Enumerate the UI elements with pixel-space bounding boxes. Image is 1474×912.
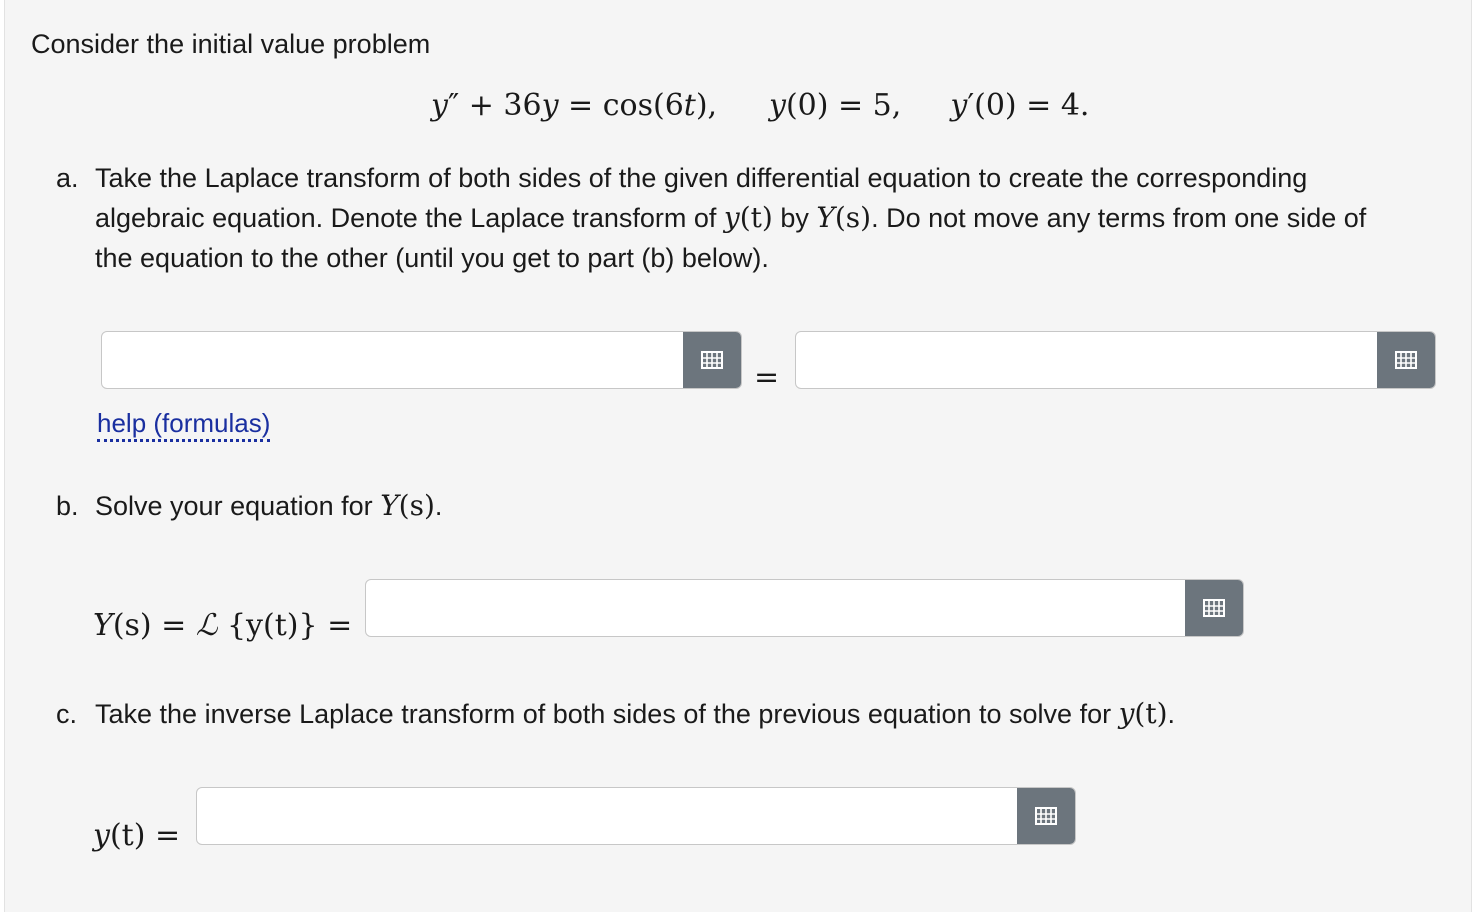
part-a-marker: a. bbox=[56, 163, 79, 193]
part-a-line1: Take the Laplace transform of both sides… bbox=[95, 163, 1308, 193]
part-b-label: Y(s) = ℒ {y(t)} = bbox=[93, 608, 353, 643]
laplace-rhs-input[interactable] bbox=[796, 332, 1377, 388]
laplace-lhs-field bbox=[101, 331, 742, 389]
part-a-line2: algebraic equation. Denote the Laplace t… bbox=[95, 201, 1367, 234]
yt-input[interactable] bbox=[197, 788, 1017, 844]
part-b-text: Solve your equation for Y(s). bbox=[95, 489, 443, 522]
grid-icon bbox=[701, 351, 723, 369]
yt-equation-editor-button[interactable] bbox=[1017, 788, 1075, 844]
ivp-equation: y″ + 36y = cos(6t), bbox=[431, 88, 718, 123]
part-a-line3: the equation to the other (until you get… bbox=[95, 243, 769, 273]
laplace-rhs-field bbox=[795, 331, 1436, 389]
initial-conditions: y(0) = 5, y′(0) = 4. bbox=[769, 88, 1090, 123]
grid-icon bbox=[1395, 351, 1417, 369]
rhs-equation-editor-button[interactable] bbox=[1377, 332, 1435, 388]
part-c-text: Take the inverse Laplace transform of bo… bbox=[95, 697, 1176, 730]
laplace-lhs-input[interactable] bbox=[102, 332, 683, 388]
Ys-equation-editor-button[interactable] bbox=[1185, 580, 1243, 636]
help-formulas-link[interactable]: help (formulas) bbox=[97, 408, 271, 442]
yt-field bbox=[196, 787, 1076, 845]
part-c-marker: c. bbox=[56, 699, 78, 729]
problem-panel: Consider the initial value problem y″ + … bbox=[4, 0, 1472, 912]
grid-icon bbox=[1203, 599, 1225, 617]
equals-sign: = bbox=[754, 360, 780, 395]
grid-icon bbox=[1035, 807, 1057, 825]
intro-text: Consider the initial value problem bbox=[31, 29, 431, 59]
part-c-label: y(t) = bbox=[93, 818, 181, 853]
part-b-marker: b. bbox=[56, 491, 79, 521]
Ys-field bbox=[365, 579, 1244, 637]
lhs-equation-editor-button[interactable] bbox=[683, 332, 741, 388]
Ys-input[interactable] bbox=[366, 580, 1185, 636]
